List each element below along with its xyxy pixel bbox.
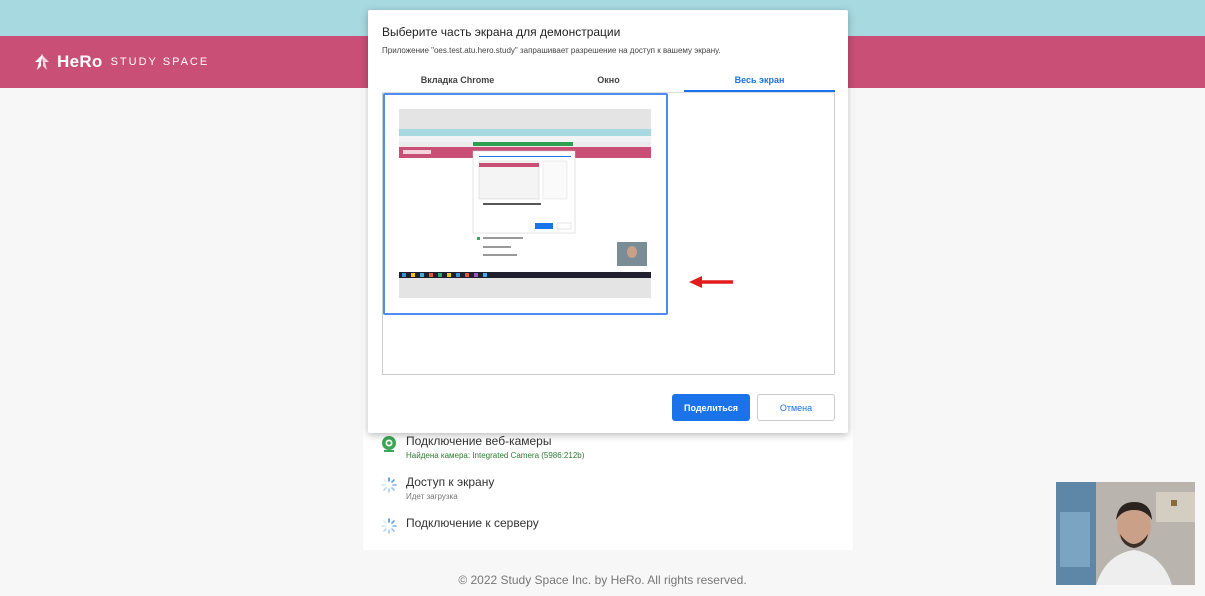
dialog-title: Выберите часть экрана для демонстрации bbox=[382, 25, 621, 39]
share-tabs: Вкладка Chrome Окно Весь экран bbox=[382, 70, 835, 93]
check-subtitle: Найдена камера: Integrated Camera (5986:… bbox=[406, 451, 585, 460]
cancel-button[interactable]: Отмена bbox=[757, 394, 835, 421]
check-item-screen: Доступ к экрану Идет загрузка bbox=[380, 475, 494, 501]
check-item-server: Подключение к серверу bbox=[380, 516, 539, 535]
screen-share-dialog: Выберите часть экрана для демонстрации П… bbox=[368, 10, 848, 433]
dialog-subtitle: Приложение "oes.test.atu.hero.study" зап… bbox=[382, 46, 721, 55]
tab-chrome[interactable]: Вкладка Chrome bbox=[382, 70, 533, 92]
screen-preview bbox=[399, 109, 651, 298]
webcam-check-icon bbox=[382, 436, 396, 452]
share-button[interactable]: Поделиться bbox=[672, 394, 750, 421]
screen-thumbnail[interactable] bbox=[383, 93, 668, 315]
check-subtitle: Идет загрузка bbox=[406, 492, 458, 501]
brand-tagline: STUDY SPACE bbox=[110, 56, 210, 68]
tab-window[interactable]: Окно bbox=[533, 70, 684, 92]
loading-spinner-icon bbox=[381, 477, 397, 493]
webcam-image bbox=[1056, 482, 1195, 585]
check-title: Подключение веб-камеры bbox=[406, 434, 552, 448]
hero-logo-icon bbox=[35, 54, 49, 70]
brand-name: HeRo bbox=[57, 52, 103, 71]
webcam-preview bbox=[1056, 482, 1195, 585]
screen-preview-image bbox=[399, 109, 651, 298]
red-arrow-icon bbox=[689, 276, 733, 288]
tab-entire-screen[interactable]: Весь экран bbox=[684, 70, 835, 92]
footer-copyright: © 2022 Study Space Inc. by HeRo. All rig… bbox=[458, 573, 747, 587]
screen-list bbox=[382, 93, 835, 375]
check-item-webcam: Подключение веб-камеры Найдена камера: I… bbox=[380, 434, 584, 460]
hero-logo: HeRo STUDY SPACE bbox=[33, 52, 209, 72]
loading-spinner-icon bbox=[381, 518, 397, 534]
check-title: Подключение к серверу bbox=[406, 516, 539, 530]
check-title: Доступ к экрану bbox=[406, 475, 495, 489]
